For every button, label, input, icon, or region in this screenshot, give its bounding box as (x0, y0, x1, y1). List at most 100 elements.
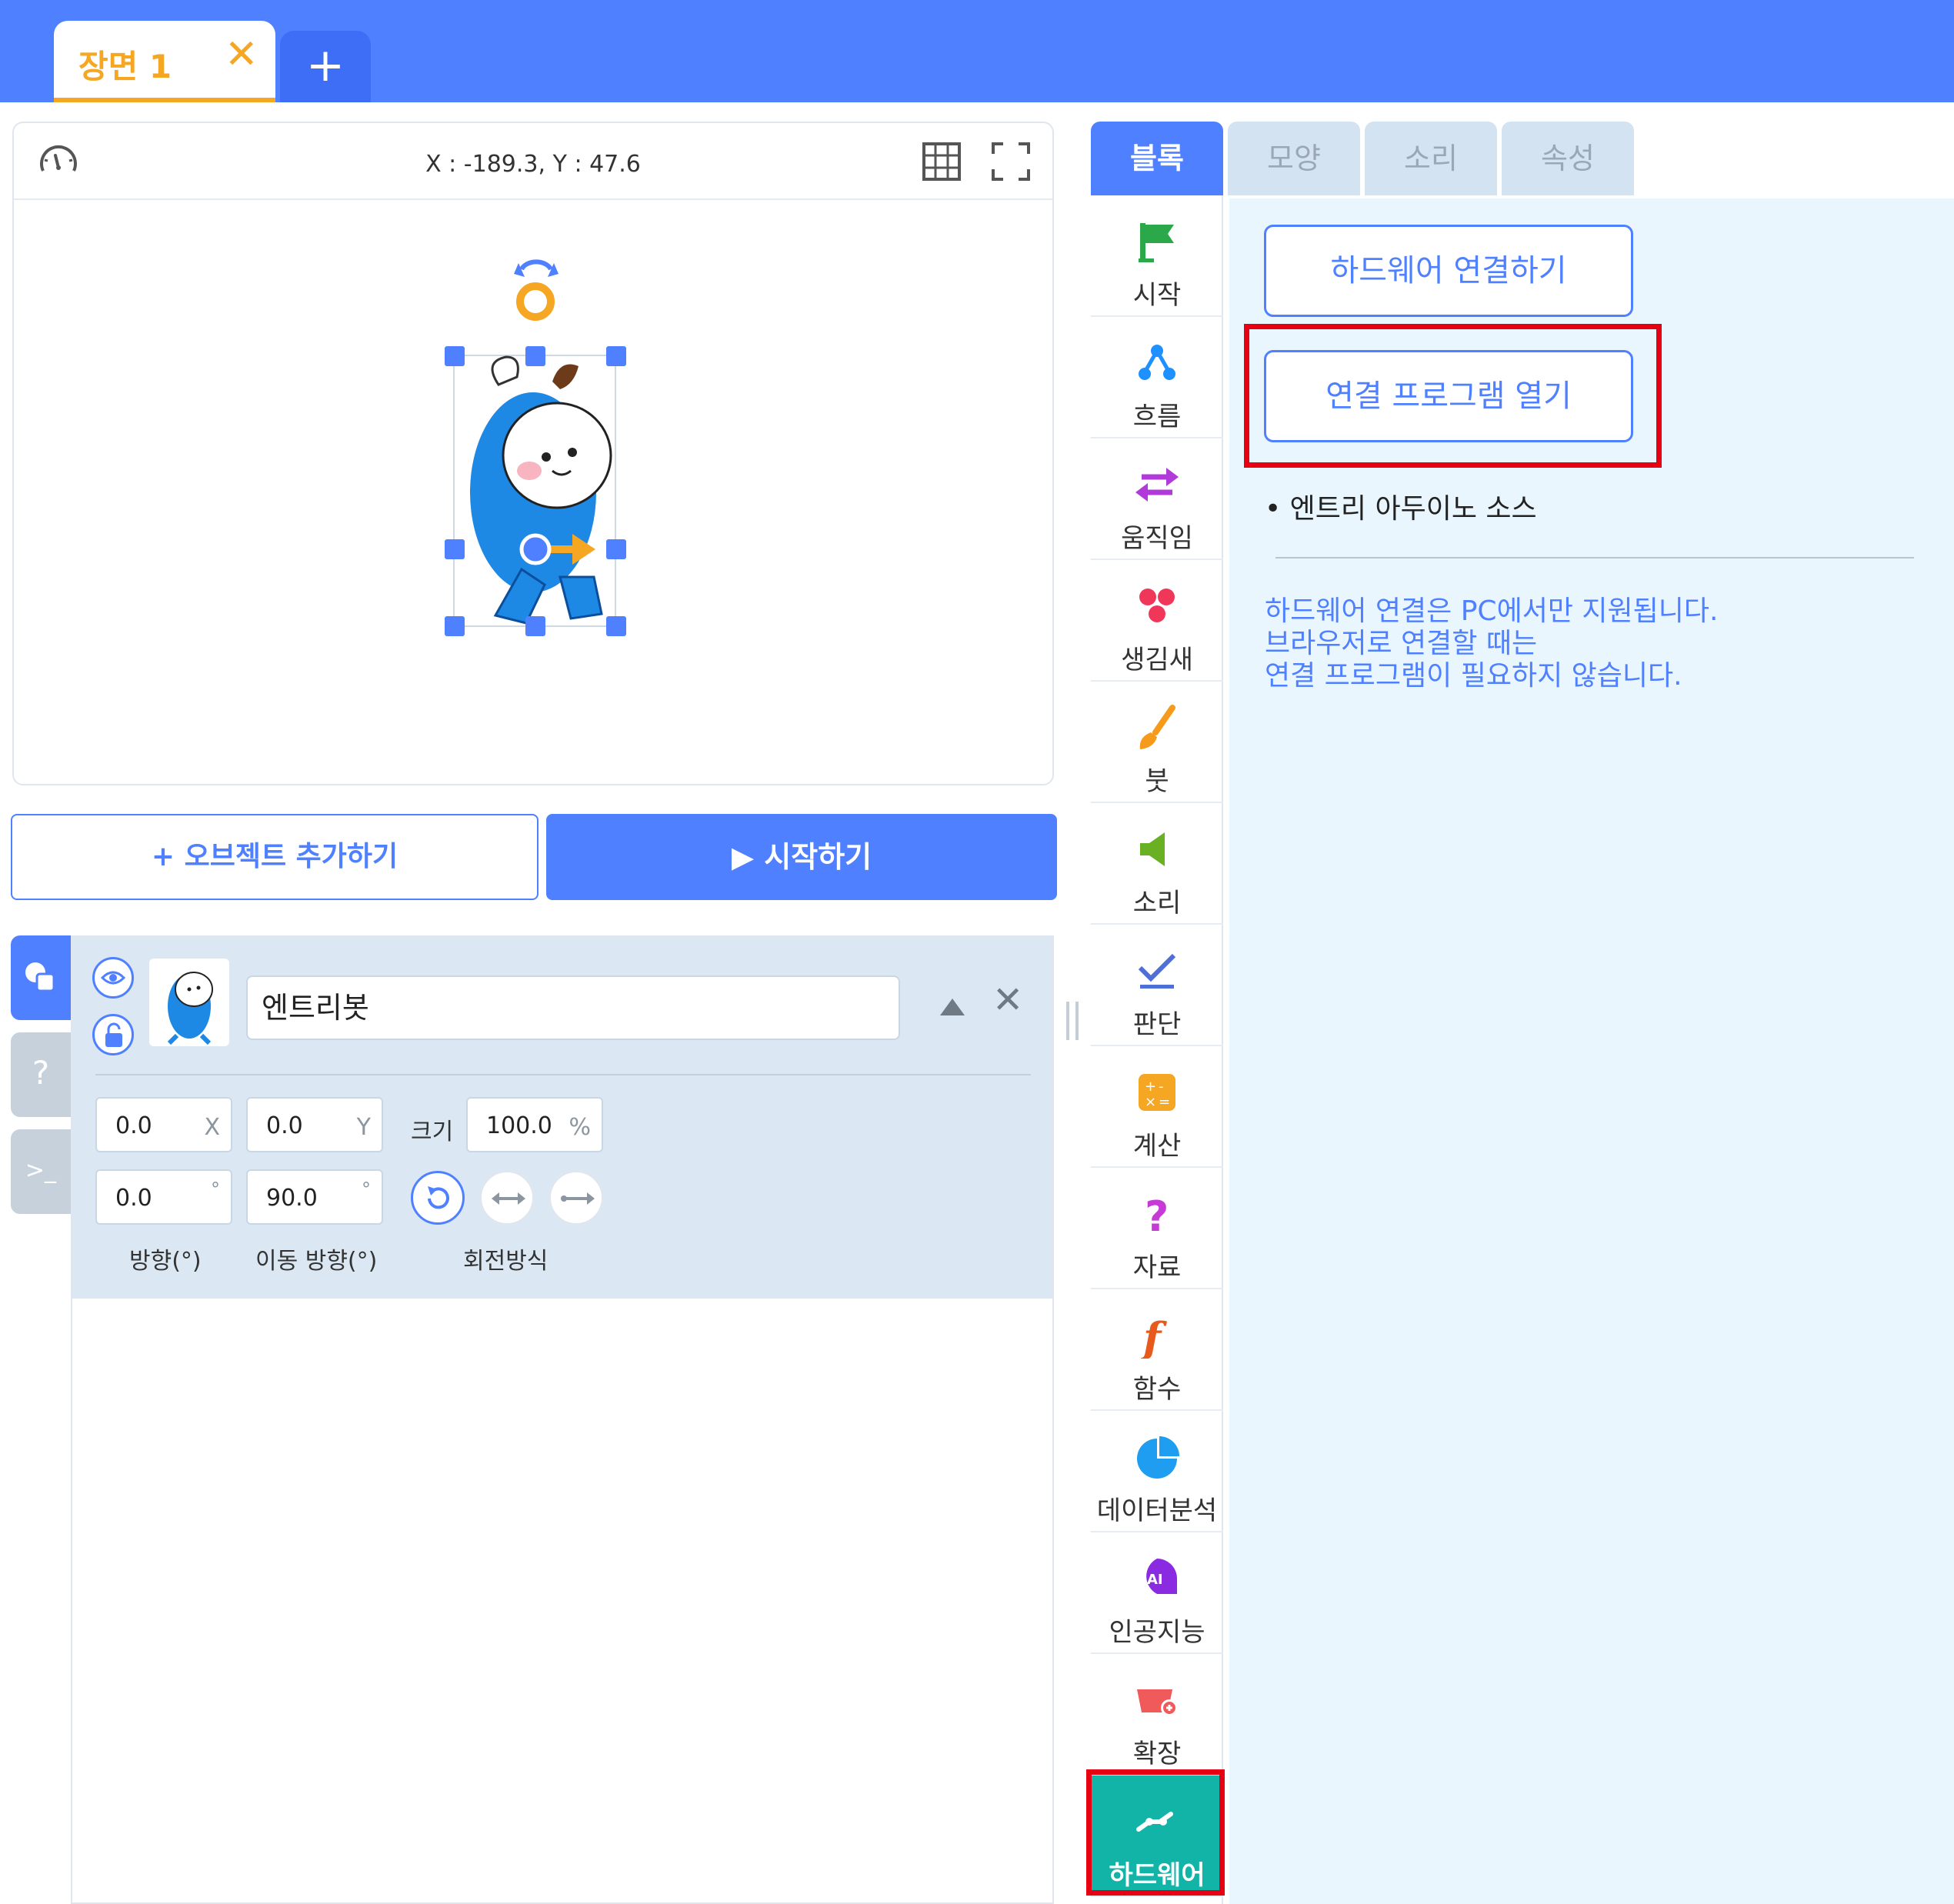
help-icon: ? (32, 1054, 50, 1092)
category-start[interactable]: 시작 (1091, 195, 1223, 317)
scene-tab-label: 장면 1 (78, 48, 172, 85)
scene-tab-1[interactable]: 장면 1 ✕ (54, 21, 275, 102)
motion-arrows-icon (1135, 468, 1179, 502)
tab-console[interactable]: >_ (11, 1129, 71, 1214)
direction-field[interactable]: 0.0 ° (95, 1169, 232, 1225)
svg-text:AI: AI (1147, 1572, 1163, 1588)
svg-text:+: + (1145, 1079, 1156, 1095)
tab-properties[interactable]: 속성 (1502, 122, 1634, 195)
rotate-icon (428, 1186, 449, 1209)
section-divider (1275, 557, 1914, 559)
function-icon: f (1140, 1313, 1167, 1359)
object-side-tabs: ? >_ (11, 935, 71, 1226)
entrybot-sprite[interactable] (422, 246, 652, 662)
connect-hardware-button[interactable]: 하드웨어 연결하기 (1264, 225, 1633, 317)
category-label: 흐름 (1132, 402, 1182, 432)
category-motion[interactable]: 움직임 (1091, 438, 1223, 560)
close-icon[interactable]: ✕ (225, 35, 258, 75)
add-scene-button[interactable]: + (280, 31, 371, 102)
category-judgement[interactable]: 판단 (1091, 925, 1223, 1046)
tab-objects[interactable] (11, 935, 71, 1020)
size-label: 크기 (411, 1119, 454, 1145)
no-rotate-icon (561, 1192, 595, 1205)
speaker-icon (1140, 832, 1165, 866)
size-value: 100.0 (486, 1112, 552, 1139)
tab-shapes[interactable]: 모양 (1228, 122, 1360, 195)
mouse-coordinates: X : -189.3, Y : 47.6 (425, 151, 641, 178)
y-value: 0.0 (266, 1112, 303, 1139)
move-direction-value: 90.0 (266, 1185, 318, 1212)
panel-resize-handle[interactable] (1066, 1002, 1079, 1040)
flow-icon (1139, 345, 1175, 380)
category-label: 판단 (1132, 1009, 1182, 1040)
collapse-icon[interactable] (940, 999, 965, 1015)
visibility-toggle[interactable] (92, 957, 134, 999)
pie-chart-icon (1137, 1436, 1179, 1479)
tab-blocks[interactable]: 블록 (1091, 122, 1223, 195)
x-unit: X (204, 1114, 220, 1141)
category-calculation[interactable]: + - × = 계산 (1091, 1046, 1223, 1168)
category-data[interactable]: ? 자료 (1091, 1168, 1223, 1289)
notice-line: 브라우저로 연결할 때는 (1265, 628, 1538, 659)
move-direction-field[interactable]: 90.0 ° (246, 1169, 383, 1225)
direction-label: 방향(°) (129, 1248, 202, 1275)
x-field[interactable]: 0.0 X (95, 1097, 232, 1152)
notice-line: 연결 프로그램이 필요하지 않습니다. (1265, 660, 1682, 692)
objects-icon (25, 962, 55, 992)
svg-text:=: = (1159, 1094, 1170, 1110)
brush-icon (1139, 705, 1175, 749)
y-field[interactable]: 0.0 Y (246, 1097, 383, 1152)
category-label: 붓 (1145, 766, 1169, 797)
category-label: 인공지능 (1109, 1617, 1205, 1648)
add-object-button[interactable]: + 오브젝트 추가하기 (11, 814, 539, 900)
category-ai[interactable]: AI 인공지능 (1091, 1532, 1223, 1654)
category-label: 소리 (1132, 888, 1182, 919)
rotation-none-button[interactable] (549, 1171, 603, 1225)
category-looks[interactable]: 생김새 (1091, 560, 1223, 682)
scene-bar: 장면 1 ✕ + (0, 0, 1954, 102)
size-unit: % (569, 1114, 591, 1141)
grid-icon[interactable] (920, 140, 963, 183)
rotation-horizontal-button[interactable] (480, 1171, 534, 1225)
arduino-source-link[interactable]: • 엔트리 아두이노 소스 (1265, 486, 1537, 526)
object-card[interactable]: 엔트리봇 ✕ 0.0 X 0.0 Y 크기 100.0 % 0.0 ° 90.0… (72, 937, 1052, 1299)
delete-object-icon[interactable]: ✕ (992, 982, 1023, 1019)
extension-icon (1137, 1689, 1178, 1716)
category-brush[interactable]: 붓 (1091, 682, 1223, 803)
category-sound[interactable]: 소리 (1091, 803, 1223, 925)
size-field[interactable]: 100.0 % (466, 1097, 603, 1152)
tab-help[interactable]: ? (11, 1032, 71, 1117)
highlight-box-hardware-category (1086, 1769, 1225, 1896)
y-unit: Y (356, 1114, 371, 1141)
start-button[interactable]: ▶ 시작하기 (546, 814, 1057, 900)
question-icon: ? (1145, 1192, 1169, 1237)
flip-horizontal-icon (492, 1192, 525, 1205)
stage-toolbar: X : -189.3, Y : 47.6 (14, 123, 1052, 200)
fullscreen-icon[interactable] (989, 140, 1032, 183)
lock-toggle[interactable] (92, 1014, 134, 1055)
object-panel: 엔트리봇 ✕ 0.0 X 0.0 Y 크기 100.0 % 0.0 ° 90.0… (71, 935, 1054, 1904)
object-name-input[interactable]: 엔트리봇 (246, 975, 900, 1040)
category-label: 자료 (1132, 1252, 1182, 1283)
tab-sounds[interactable]: 소리 (1365, 122, 1497, 195)
rotation-label: 회전방식 (463, 1248, 549, 1275)
svg-text:f: f (1140, 1313, 1167, 1359)
card-divider (95, 1074, 1031, 1075)
svg-text:-: - (1159, 1079, 1164, 1095)
stage: X : -189.3, Y : 47.6 (12, 122, 1054, 785)
category-flow[interactable]: 흐름 (1091, 317, 1223, 438)
category-function[interactable]: f 함수 (1091, 1289, 1223, 1411)
category-label: 데이터분석 (1096, 1496, 1218, 1526)
category-label: 움직임 (1121, 523, 1193, 554)
category-label: 함수 (1132, 1374, 1182, 1405)
looks-icon (1139, 589, 1175, 622)
x-value: 0.0 (115, 1112, 152, 1139)
category-extension[interactable]: 확장 (1091, 1654, 1223, 1776)
move-direction-label: 이동 방향(°) (255, 1248, 378, 1275)
category-data-analysis[interactable]: 데이터분석 (1091, 1411, 1223, 1532)
svg-text:×: × (1145, 1094, 1156, 1110)
rotation-free-button[interactable] (411, 1171, 465, 1225)
category-label: 계산 (1132, 1131, 1182, 1162)
calculator-icon: + - × = (1139, 1074, 1175, 1111)
block-categories: 시작 흐름 움직임 생김새 붓 소리 판단 + - × = 계산 ? 자료 f … (1091, 195, 1223, 1904)
